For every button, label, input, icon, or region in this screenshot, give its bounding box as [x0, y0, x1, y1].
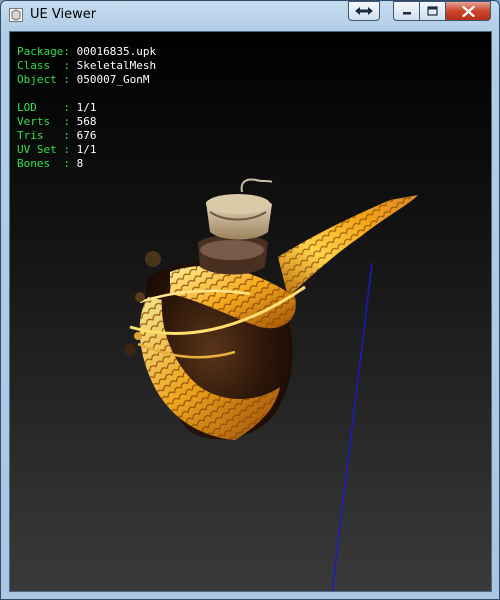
lod-label: LOD :: [17, 101, 77, 114]
close-icon: [461, 5, 475, 17]
object-label: Object :: [17, 73, 77, 86]
class-row: Class : SkeletalMesh: [17, 59, 156, 73]
double-arrow-icon: [355, 7, 373, 15]
lod-value: 1/1: [76, 101, 97, 114]
close-button[interactable]: [445, 1, 491, 21]
minimize-button[interactable]: [393, 1, 420, 21]
skeletal-mesh-model[interactable]: [124, 178, 418, 441]
verts-row: Verts : 568: [17, 115, 156, 129]
bones-value: 8: [76, 157, 84, 170]
tris-value: 676: [76, 129, 97, 142]
package-value: 00016835.upk: [76, 45, 157, 58]
maximize-icon: [427, 6, 438, 16]
tris-label: Tris :: [17, 129, 77, 142]
maximize-button[interactable]: [419, 1, 446, 21]
mesh-info-panel: Package: 00016835.upk Class : SkeletalMe…: [17, 45, 156, 171]
extra-button[interactable]: [348, 1, 380, 21]
ue-viewer-app-icon: [9, 8, 23, 22]
lod-row: LOD : 1/1: [17, 101, 156, 115]
uvset-row: UV Set : 1/1: [17, 143, 156, 157]
class-label: Class :: [17, 59, 77, 72]
tris-row: Tris : 676: [17, 129, 156, 143]
bones-row: Bones : 8: [17, 157, 156, 171]
verts-value: 568: [76, 115, 97, 128]
uvset-label: UV Set :: [17, 143, 77, 156]
object-row: Object : 050007_GonM: [17, 73, 156, 87]
object-value: 050007_GonM: [76, 73, 150, 86]
package-row: Package: 00016835.upk: [17, 45, 156, 59]
minimize-icon: [402, 12, 411, 15]
title-bar[interactable]: UE Viewer: [1, 1, 499, 31]
window-title: UE Viewer: [30, 7, 97, 22]
app-window: UE Viewer Package: 00016835.upk Class: …: [0, 0, 500, 600]
3d-viewport[interactable]: Package: 00016835.upk Class : SkeletalMe…: [9, 31, 492, 592]
class-value: SkeletalMesh: [76, 59, 157, 72]
verts-label: Verts :: [17, 115, 77, 128]
uvset-value: 1/1: [76, 143, 97, 156]
axis-line: [331, 262, 373, 591]
bones-label: Bones :: [17, 157, 77, 170]
package-label: Package:: [17, 45, 77, 58]
